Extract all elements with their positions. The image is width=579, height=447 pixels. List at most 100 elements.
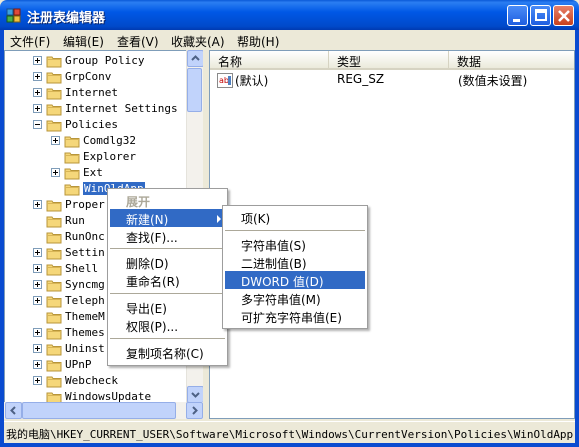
collapse-minus-icon[interactable] bbox=[33, 120, 42, 129]
tree-item-label: Syncmg bbox=[65, 278, 105, 291]
sub-binary-value[interactable]: 二进制值(B) bbox=[225, 253, 365, 271]
value-name[interactable]: (默认) bbox=[235, 72, 268, 89]
title-bar[interactable]: 注册表编辑器 bbox=[0, 0, 579, 30]
ctx-separator bbox=[110, 338, 225, 339]
menu-edit[interactable]: 编辑(E) bbox=[63, 33, 104, 50]
tree-item-label: Explorer bbox=[83, 150, 136, 163]
ctx-separator bbox=[110, 248, 225, 249]
ctx-copy-key-name[interactable]: 复制项名称(C) bbox=[110, 343, 225, 361]
folder-icon bbox=[64, 184, 80, 196]
folder-icon bbox=[46, 104, 62, 116]
folder-icon bbox=[64, 168, 80, 180]
column-header-data[interactable]: 数据 bbox=[449, 51, 574, 70]
ctx-permissions[interactable]: 权限(P)... bbox=[110, 316, 225, 334]
scroll-down-button[interactable] bbox=[187, 386, 204, 403]
tree-item-label: Group Policy bbox=[65, 54, 145, 67]
tree-item-label: Internet bbox=[65, 86, 118, 99]
context-menu: 展开 新建(N) 查找(F)... 删除(D) 重命名(R) 导出(E) 权限(… bbox=[107, 188, 228, 366]
minimize-icon bbox=[513, 19, 520, 22]
expand-plus-icon[interactable] bbox=[33, 264, 42, 273]
tree-scroll-thumb[interactable] bbox=[187, 68, 202, 112]
tree-item-label: UPnP bbox=[65, 358, 92, 371]
folder-icon bbox=[46, 56, 62, 68]
scroll-left-button[interactable] bbox=[5, 402, 22, 419]
folder-icon bbox=[46, 72, 62, 84]
expand-plus-icon[interactable] bbox=[33, 328, 42, 337]
horizontal-scroll-thumb[interactable] bbox=[22, 402, 176, 419]
folder-icon bbox=[46, 376, 62, 388]
scroll-right-button[interactable] bbox=[186, 402, 203, 419]
expand-plus-icon[interactable] bbox=[51, 168, 60, 177]
expand-plus-icon[interactable] bbox=[33, 104, 42, 113]
sub-dword-value[interactable]: DWORD 值(D) bbox=[225, 271, 365, 289]
tree-item-label: Uninst bbox=[65, 342, 105, 355]
status-path: 我的电脑\HKEY_CURRENT_USER\Software\Microsof… bbox=[6, 428, 574, 441]
tree-item-label: Internet Settings bbox=[65, 102, 178, 115]
menu-bar: 文件(F) 编辑(E) 查看(V) 收藏夹(A) 帮助(H) bbox=[4, 30, 575, 50]
close-button[interactable] bbox=[553, 5, 574, 26]
tree-item-label: RunOnc bbox=[65, 230, 105, 243]
folder-icon bbox=[46, 200, 62, 212]
folder-icon bbox=[46, 328, 62, 340]
tree-horizontal-scrollbar[interactable] bbox=[4, 402, 203, 419]
folder-icon bbox=[46, 232, 62, 244]
ctx-expand: 展开 bbox=[126, 195, 151, 209]
sub-key[interactable]: 项(K) bbox=[225, 208, 365, 226]
minimize-button[interactable] bbox=[507, 5, 528, 26]
ctx-export[interactable]: 导出(E) bbox=[110, 298, 225, 316]
folder-icon bbox=[64, 152, 80, 164]
tree-item-label: Settin bbox=[65, 246, 105, 259]
tree-item-label: Webcheck bbox=[65, 374, 118, 387]
status-bar: 我的电脑\HKEY_CURRENT_USER\Software\Microsof… bbox=[4, 421, 575, 443]
expand-plus-icon[interactable] bbox=[33, 376, 42, 385]
expand-plus-icon[interactable] bbox=[33, 72, 42, 81]
expand-plus-icon[interactable] bbox=[33, 360, 42, 369]
folder-icon bbox=[46, 360, 62, 372]
menu-view[interactable]: 查看(V) bbox=[117, 33, 159, 50]
ctx-separator bbox=[110, 293, 225, 294]
tree-item-label: Proper bbox=[65, 198, 105, 211]
maximize-button[interactable] bbox=[530, 5, 551, 26]
expand-plus-icon[interactable] bbox=[33, 200, 42, 209]
folder-icon bbox=[46, 344, 62, 356]
expand-plus-icon[interactable] bbox=[33, 88, 42, 97]
expand-plus-icon[interactable] bbox=[33, 280, 42, 289]
column-header-name[interactable]: 名称 bbox=[210, 51, 329, 70]
folder-icon bbox=[64, 136, 80, 148]
chevron-right-icon bbox=[192, 406, 198, 415]
menu-file[interactable]: 文件(F) bbox=[10, 33, 50, 50]
ctx-delete[interactable]: 删除(D) bbox=[110, 253, 225, 271]
expand-plus-icon[interactable] bbox=[51, 136, 60, 145]
folder-icon bbox=[46, 312, 62, 324]
chevron-down-icon bbox=[191, 392, 200, 398]
sub-multi-string-value[interactable]: 多字符串值(M) bbox=[225, 289, 365, 307]
ctx-find[interactable]: 查找(F)... bbox=[110, 227, 225, 245]
folder-icon bbox=[46, 280, 62, 292]
submenu-arrow-icon bbox=[217, 215, 221, 223]
reg-string-icon: ab bbox=[217, 73, 233, 88]
folder-icon bbox=[46, 216, 62, 228]
menu-help[interactable]: 帮助(H) bbox=[237, 33, 279, 50]
expand-plus-icon[interactable] bbox=[33, 248, 42, 257]
sub-string-value[interactable]: 字符串值(S) bbox=[225, 235, 365, 253]
expand-plus-icon[interactable] bbox=[33, 296, 42, 305]
tree-item-label: Run bbox=[65, 214, 85, 227]
svg-text:ab: ab bbox=[219, 76, 229, 85]
folder-icon bbox=[46, 88, 62, 100]
maximize-icon bbox=[535, 9, 547, 21]
ctx-rename[interactable]: 重命名(R) bbox=[110, 271, 225, 289]
expand-plus-icon[interactable] bbox=[33, 344, 42, 353]
window-frame-right bbox=[575, 30, 579, 447]
window-title: 注册表编辑器 bbox=[27, 11, 106, 26]
new-submenu: 项(K) 字符串值(S) 二进制值(B) DWORD 值(D) 多字符串值(M)… bbox=[222, 205, 368, 329]
column-header-type[interactable]: 类型 bbox=[329, 51, 449, 70]
value-type: REG_SZ bbox=[337, 72, 385, 86]
expand-plus-icon[interactable] bbox=[33, 56, 42, 65]
sub-expandable-string-value[interactable]: 可扩充字符串值(E) bbox=[225, 307, 365, 325]
menu-favorites[interactable]: 收藏夹(A) bbox=[171, 33, 225, 50]
regedit-icon bbox=[6, 8, 21, 23]
sub-separator bbox=[225, 230, 365, 231]
scroll-up-button[interactable] bbox=[187, 50, 204, 67]
ctx-new[interactable]: 新建(N) bbox=[110, 209, 225, 227]
tree-item-label: Shell bbox=[65, 262, 99, 275]
